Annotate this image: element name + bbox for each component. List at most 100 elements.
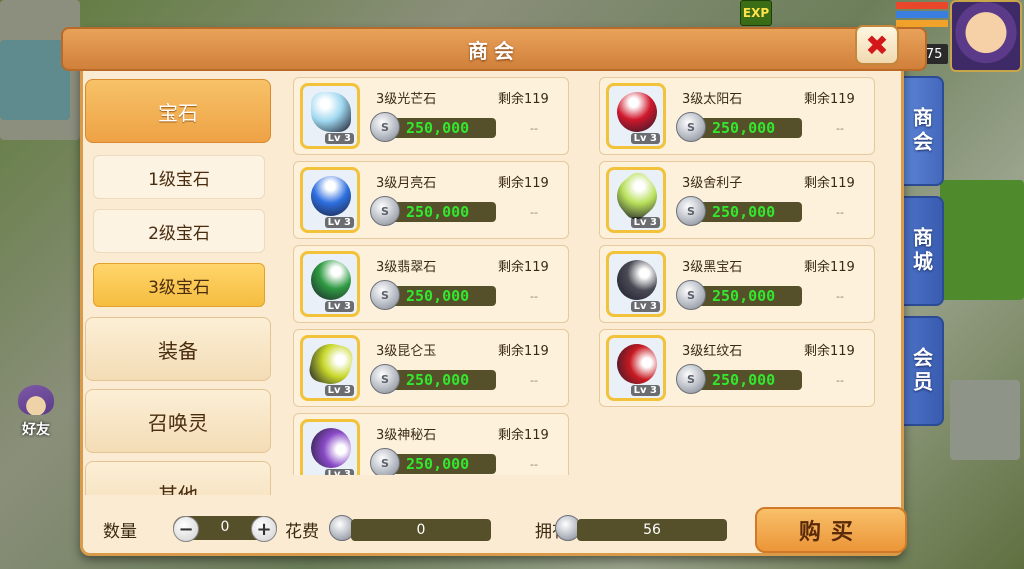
item-level: Lv 3 [324, 385, 354, 396]
silver-coin-icon: S [676, 364, 706, 394]
gem-shape [303, 170, 357, 224]
silver-coin-icon: S [370, 280, 400, 310]
gem-shape [612, 87, 662, 137]
nav-category-other[interactable]: 其他 [85, 461, 271, 495]
side-tab-mall[interactable]: 商城 [900, 196, 944, 306]
background-statue [950, 380, 1020, 460]
bottom-bar: 数量 − 0 + 花费 0 拥有 56 购买 [103, 507, 907, 553]
item-price: 250,000 [700, 118, 802, 138]
item-stock: 剩余119 [498, 92, 549, 107]
silver-coin-icon: S [676, 112, 706, 142]
moon-gem-icon: Lv 3 [300, 167, 360, 233]
gem-shape [304, 254, 357, 307]
friends-button[interactable]: 好友 [8, 385, 64, 439]
increase-quantity-button[interactable]: + [251, 516, 277, 542]
quantity-label: 数量 [103, 522, 137, 542]
item-level: Lv 3 [324, 217, 354, 228]
side-tab-vip[interactable]: 会员 [900, 316, 944, 426]
close-button[interactable]: ✖ [855, 25, 899, 65]
jade-gem-icon: Lv 3 [300, 251, 360, 317]
star-gem-icon: Lv 3 [300, 83, 360, 149]
side-tab-shop[interactable]: 商会 [900, 76, 944, 186]
sp-bar [896, 20, 948, 27]
item-extra: -- [836, 122, 844, 135]
item-extra: -- [530, 458, 538, 471]
gem-shape [307, 340, 355, 388]
nav-sub-gem-level-3[interactable]: 3级宝石 [93, 263, 265, 307]
decrease-quantity-button[interactable]: − [173, 516, 199, 542]
item-price: 250,000 [700, 370, 802, 390]
item-stock: 剩余119 [804, 176, 855, 191]
gem-shape [303, 422, 357, 475]
item-card[interactable]: Lv 3 3级舍利子 剩余119 250,000 S -- [599, 161, 875, 239]
item-extra: -- [530, 122, 538, 135]
player-avatar[interactable] [950, 0, 1022, 72]
red-stone-icon: Lv 3 [606, 335, 666, 401]
item-card[interactable]: Lv 3 3级黑宝石 剩余119 250,000 S -- [599, 245, 875, 323]
item-card[interactable]: Lv 3 3级月亮石 剩余119 250,000 S -- [293, 161, 569, 239]
item-card[interactable]: Lv 3 3级光芒石 剩余119 250,000 S -- [293, 77, 569, 155]
item-stock: 剩余119 [498, 428, 549, 443]
item-stock: 剩余119 [498, 344, 549, 359]
item-level: Lv 3 [630, 133, 660, 144]
item-price: 250,000 [700, 286, 802, 306]
item-extra: -- [836, 206, 844, 219]
pearl-gem-icon: Lv 3 [606, 167, 666, 233]
item-name: 3级红纹石 [682, 344, 743, 359]
nav-category-equipment[interactable]: 装备 [85, 317, 271, 381]
item-name: 3级翡翠石 [376, 260, 437, 275]
nav-sub-gem-level-1[interactable]: 1级宝石 [93, 155, 265, 199]
mystery-gem-icon: Lv 3 [300, 419, 360, 475]
dialog-title-bar: 商会 [61, 27, 927, 71]
item-price: 250,000 [394, 454, 496, 474]
item-level: Lv 3 [324, 301, 354, 312]
friend-icon [18, 385, 54, 415]
ruby-gem-icon: Lv 3 [606, 83, 666, 149]
item-grid: Lv 3 3级光芒石 剩余119 250,000 S -- Lv 3 3级太阳石 剩余119 25… [293, 77, 883, 475]
item-level: Lv 3 [630, 385, 660, 396]
owned-value: 56 [577, 519, 727, 541]
item-price: 250,000 [394, 286, 496, 306]
item-stock: 剩余119 [498, 176, 549, 191]
item-price: 250,000 [394, 118, 496, 138]
item-extra: -- [836, 290, 844, 303]
item-card[interactable]: Lv 3 3级太阳石 剩余119 250,000 S -- [599, 77, 875, 155]
item-card[interactable]: Lv 3 3级神秘石 剩余119 250,000 S -- [293, 413, 569, 475]
kunlun-jade-icon: Lv 3 [300, 335, 360, 401]
item-level: Lv 3 [324, 133, 354, 144]
mp-bar [896, 11, 948, 18]
item-level: Lv 3 [630, 301, 660, 312]
background-grass [940, 180, 1024, 300]
buy-button[interactable]: 购买 [755, 507, 907, 553]
nav-sub-gem-level-2[interactable]: 2级宝石 [93, 209, 265, 253]
silver-coin-icon: S [676, 196, 706, 226]
item-price: 250,000 [394, 370, 496, 390]
item-stock: 剩余119 [804, 260, 855, 275]
shop-dialog: 商会 ✖ 宝石 1级宝石 2级宝石 3级宝石 装备 召唤灵 其他 Lv 3 3级光… [61, 25, 927, 556]
silver-coin-icon: S [370, 196, 400, 226]
cost-label: 花费 [285, 522, 319, 542]
silver-coin-icon: S [676, 280, 706, 310]
item-card[interactable]: Lv 3 3级昆仑玉 剩余119 250,000 S -- [293, 329, 569, 407]
item-card[interactable]: Lv 3 3级红纹石 剩余119 250,000 S -- [599, 329, 875, 407]
nav-category-gems[interactable]: 宝石 [85, 79, 271, 143]
item-name: 3级黑宝石 [682, 260, 743, 275]
exp-icon: EXP [740, 0, 772, 26]
nav-category-summon[interactable]: 召唤灵 [85, 389, 271, 453]
quantity-value: 0 [220, 519, 230, 535]
item-name: 3级舍利子 [682, 176, 743, 191]
item-price: 250,000 [394, 202, 496, 222]
item-level: Lv 3 [630, 217, 660, 228]
silver-coin-icon: S [370, 364, 400, 394]
category-nav: 宝石 1级宝石 2级宝石 3级宝石 装备 召唤灵 其他 [83, 75, 273, 495]
gem-shape [609, 170, 663, 225]
item-extra: -- [530, 374, 538, 387]
hud-status-bars [896, 2, 948, 30]
quantity-stepper[interactable]: − 0 + [173, 516, 277, 542]
item-extra: -- [530, 290, 538, 303]
item-name: 3级神秘石 [376, 428, 437, 443]
silver-coin-icon: S [370, 448, 400, 475]
item-extra: -- [836, 374, 844, 387]
item-card[interactable]: Lv 3 3级翡翠石 剩余119 250,000 S -- [293, 245, 569, 323]
hp-bar [896, 2, 948, 9]
